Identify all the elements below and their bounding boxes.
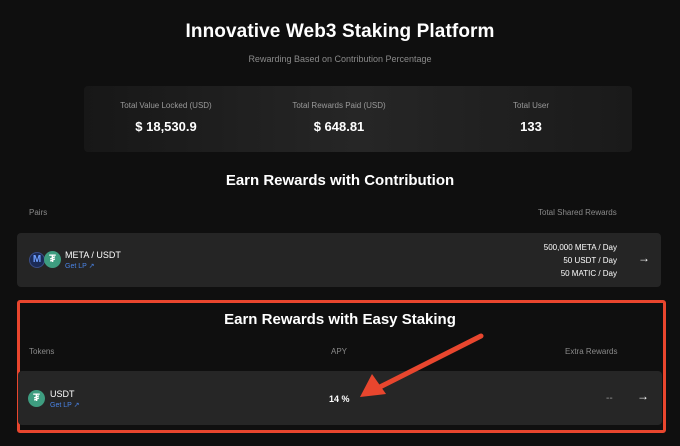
stat-label: Total Value Locked (USD) (120, 101, 212, 110)
meta-token-icon (29, 252, 45, 268)
pair-name: META / USDT (65, 250, 121, 260)
extra-rewards-column-header: Extra Rewards (565, 347, 618, 356)
tokens-column-header: Tokens (29, 347, 55, 356)
pairs-column-header: Pairs (29, 208, 48, 217)
reward-line: 500,000 META / Day (543, 243, 617, 252)
page-subtitle: Rewarding Based on Contribution Percenta… (248, 54, 432, 64)
pair-row-meta-usdt[interactable]: ₮ META / USDT Get LP ↗ 500,000 META / Da… (17, 233, 661, 287)
total-shared-rewards-column-header: Total Shared Rewards (538, 208, 617, 217)
pair-rewards: 500,000 META / Day 50 USDT / Day 50 MATI… (544, 241, 617, 280)
stat-value: $ 648.81 (313, 119, 365, 134)
stat-value: $ 18,530.9 (135, 119, 197, 134)
reward-line: 50 MATIC / Day (560, 269, 617, 278)
stat-value: 133 (520, 119, 542, 134)
apy-value: 14 % (329, 394, 350, 404)
stat-label: Total Rewards Paid (USD) (292, 101, 386, 110)
reward-line: 50 USDT / Day (563, 256, 617, 265)
get-lp-link[interactable]: Get LP ↗ (65, 262, 95, 270)
contribution-section-title: Earn Rewards with Contribution (225, 172, 455, 189)
external-link-icon: ↗ (73, 402, 80, 409)
stats-panel: Total Value Locked (USD) $ 18,530.9 Tota… (84, 86, 632, 152)
tether-icon: ₮ (44, 251, 61, 268)
get-lp-label: Get LP (50, 402, 72, 409)
token-name: USDT (50, 389, 75, 399)
arrow-right-icon[interactable]: → (637, 389, 649, 403)
extra-rewards-value: -- (606, 393, 613, 404)
external-link-icon: ↗ (88, 263, 95, 270)
page-title: Innovative Web3 Staking Platform (185, 21, 495, 42)
get-lp-label: Get LP (65, 263, 87, 270)
get-lp-link[interactable]: Get LP ↗ (50, 401, 80, 409)
tether-icon: ₮ (28, 390, 45, 407)
arrow-right-icon[interactable]: → (638, 251, 650, 265)
staking-section-title: Earn Rewards with Easy Staking (224, 311, 456, 328)
apy-column-header: APY (331, 347, 348, 356)
stat-label: Total User (512, 101, 549, 110)
